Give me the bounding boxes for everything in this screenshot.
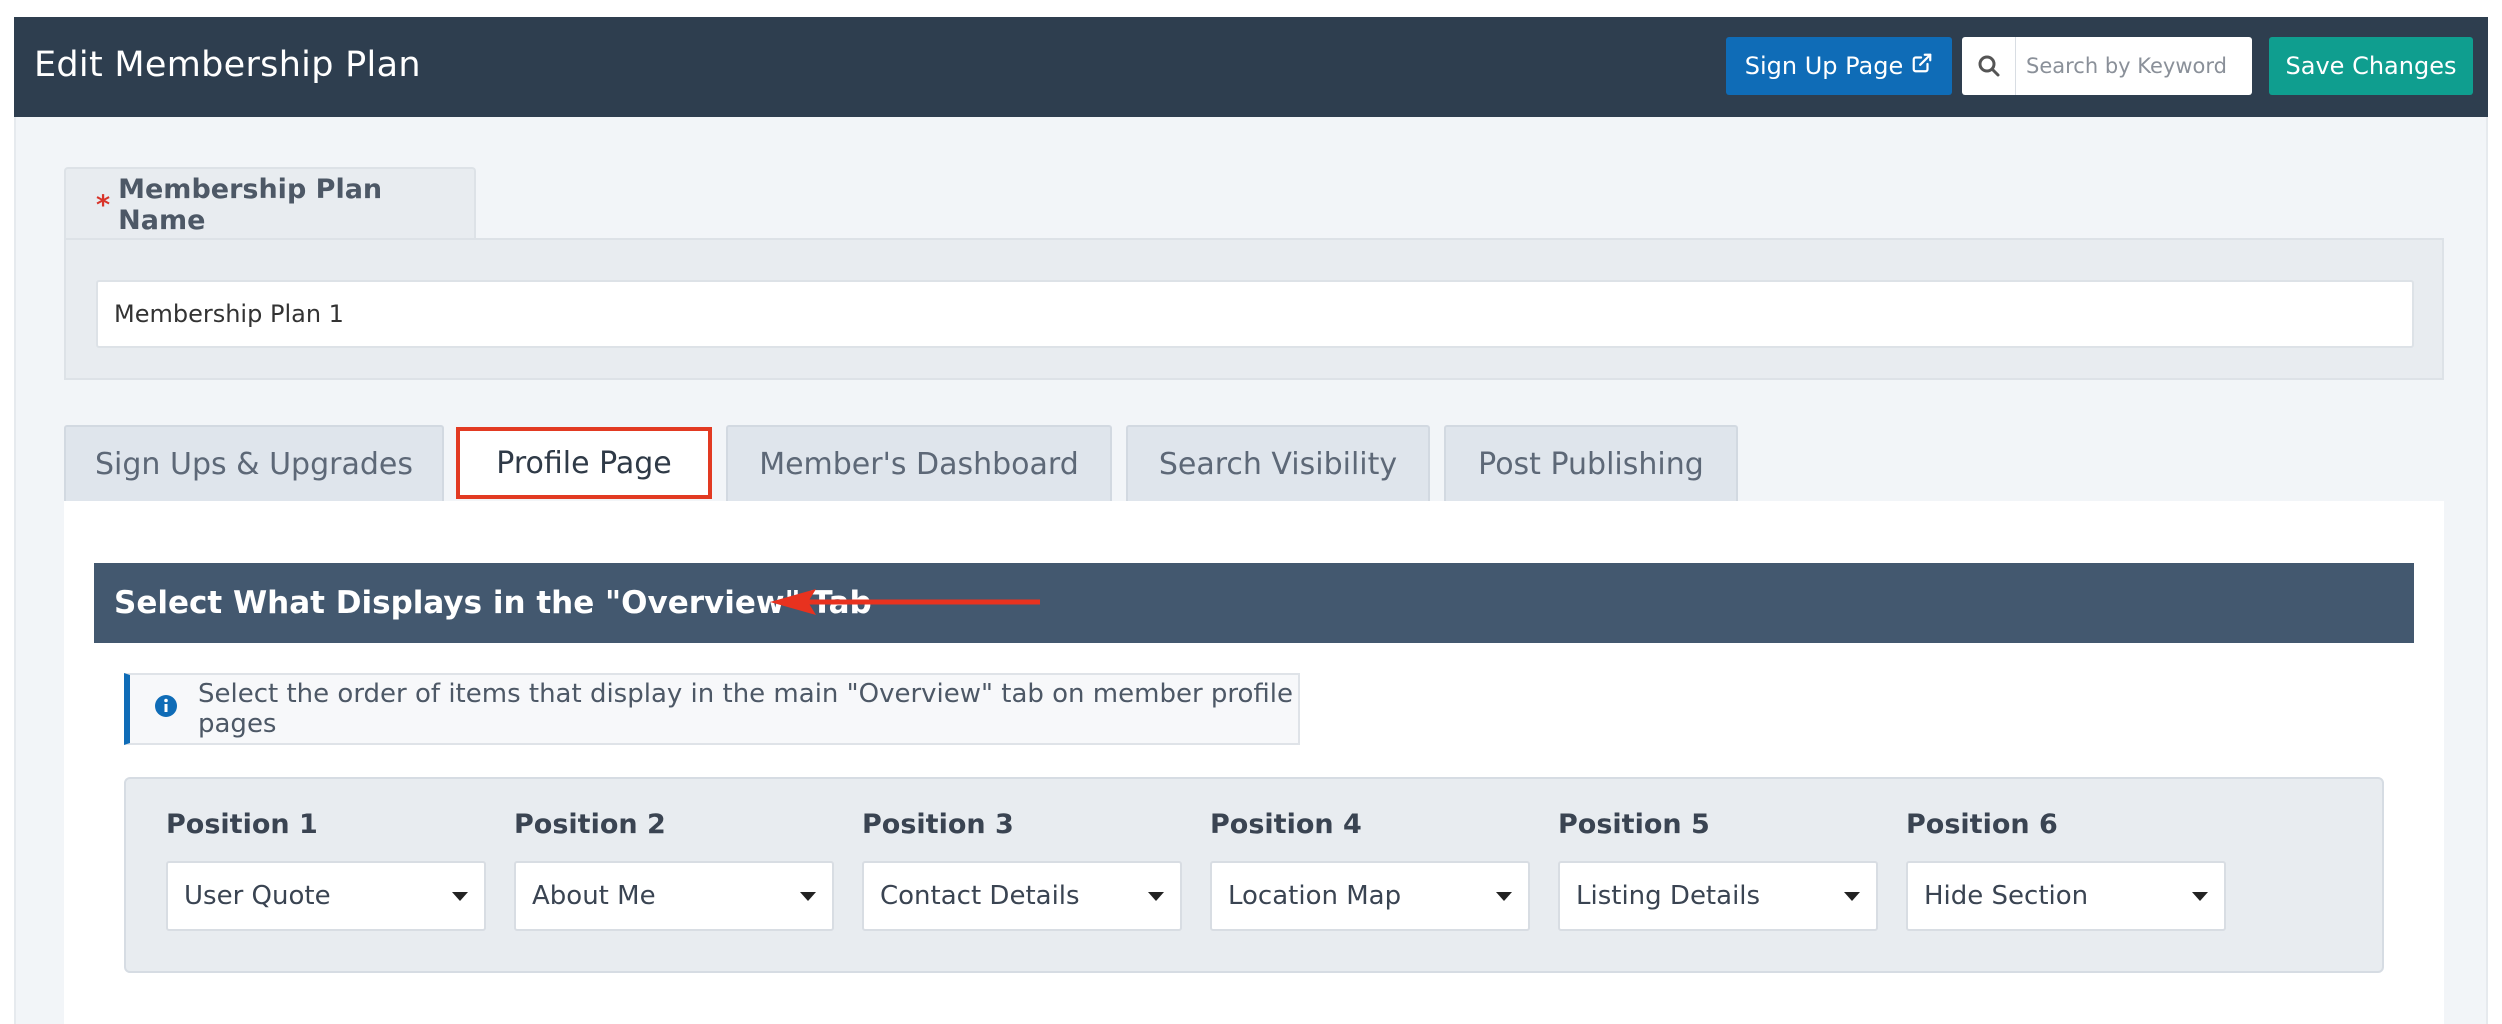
position-1: Position 1 User Quote xyxy=(166,809,486,931)
caret-down-icon xyxy=(452,891,468,901)
tab-profile-page[interactable]: Profile Page xyxy=(456,427,712,499)
required-mark: * xyxy=(96,189,111,221)
position-1-label: Position 1 xyxy=(166,809,318,840)
position-6-value: Hide Section xyxy=(1924,881,2089,911)
position-6-select[interactable]: Hide Section xyxy=(1906,861,2226,931)
external-link-icon xyxy=(1911,52,1933,80)
position-2-label: Position 2 xyxy=(514,809,666,840)
position-4-label: Position 4 xyxy=(1210,809,1362,840)
position-2-value: About Me xyxy=(532,881,656,911)
tab-sign-ups-upgrades[interactable]: Sign Ups & Upgrades xyxy=(64,425,444,501)
position-6: Position 6 Hide Section xyxy=(1906,809,2226,931)
position-5-label: Position 5 xyxy=(1558,809,1710,840)
annotation-arrow xyxy=(770,589,1040,615)
position-3: Position 3 Contact Details xyxy=(862,809,1182,931)
caret-down-icon xyxy=(1844,891,1860,901)
position-1-select[interactable]: User Quote xyxy=(166,861,486,931)
position-3-label: Position 3 xyxy=(862,809,1014,840)
caret-down-icon xyxy=(1496,891,1512,901)
info-message: Select the order of items that display i… xyxy=(124,673,1300,745)
position-5-select[interactable]: Listing Details xyxy=(1558,861,1878,931)
caret-down-icon xyxy=(2192,891,2208,901)
position-1-value: User Quote xyxy=(184,881,331,911)
search-icon[interactable] xyxy=(1962,37,2016,95)
header-bar: Edit Membership Plan Sign Up Page Save C… xyxy=(14,17,2488,117)
position-4-select[interactable]: Location Map xyxy=(1210,861,1530,931)
caret-down-icon xyxy=(1148,891,1164,901)
save-changes-button[interactable]: Save Changes xyxy=(2269,37,2473,95)
page-title: Edit Membership Plan xyxy=(34,45,421,85)
position-4-value: Location Map xyxy=(1228,881,1402,911)
positions-panel: Position 1 User Quote Position 2 About M… xyxy=(124,777,2384,973)
search-input[interactable] xyxy=(2016,54,2246,78)
tab-content-panel: Select What Displays in the "Overview" T… xyxy=(64,501,2444,1024)
position-2: Position 2 About Me xyxy=(514,809,834,931)
position-3-select[interactable]: Contact Details xyxy=(862,861,1182,931)
info-icon xyxy=(154,694,178,725)
position-5-value: Listing Details xyxy=(1576,881,1761,911)
tab-search-visibility[interactable]: Search Visibility xyxy=(1126,425,1430,501)
caret-down-icon xyxy=(800,891,816,901)
info-text: Select the order of items that display i… xyxy=(198,679,1294,739)
plan-name-label-text: Membership Plan Name xyxy=(118,174,383,236)
position-5: Position 5 Listing Details xyxy=(1558,809,1878,931)
position-4: Position 4 Location Map xyxy=(1210,809,1530,931)
position-3-value: Contact Details xyxy=(880,881,1080,911)
plan-name-input[interactable] xyxy=(96,280,2414,348)
section-header: Select What Displays in the "Overview" T… xyxy=(94,563,2414,643)
tab-members-dashboard[interactable]: Member's Dashboard xyxy=(726,425,1112,501)
plan-name-label: * Membership Plan Name xyxy=(64,167,476,241)
tab-post-publishing[interactable]: Post Publishing xyxy=(1444,425,1738,501)
position-2-select[interactable]: About Me xyxy=(514,861,834,931)
sign-up-page-button[interactable]: Sign Up Page xyxy=(1726,37,1952,95)
search-box xyxy=(1962,37,2252,95)
position-6-label: Position 6 xyxy=(1906,809,2058,840)
plan-name-panel xyxy=(64,238,2444,380)
sign-up-page-label: Sign Up Page xyxy=(1744,52,1904,80)
